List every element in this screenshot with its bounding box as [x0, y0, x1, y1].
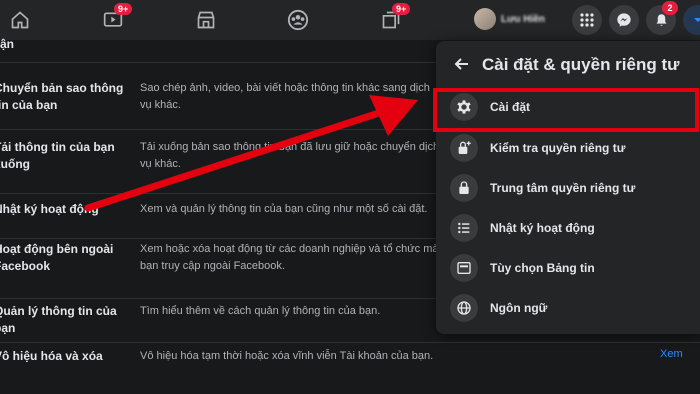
- notifications-button[interactable]: 2: [646, 1, 678, 35]
- panel-title: Cài đặt & quyền riêng tư: [482, 55, 680, 74]
- marketplace-icon[interactable]: [191, 6, 221, 34]
- account-button[interactable]: [683, 5, 700, 35]
- back-arrow-icon[interactable]: [452, 54, 472, 74]
- grid-icon: [580, 13, 594, 27]
- avatar: [474, 8, 496, 30]
- lock-plus-icon: [450, 134, 478, 162]
- caret-down-icon: [694, 18, 700, 22]
- row-label: Nhật ký hoạt động: [0, 202, 99, 216]
- row-label: Chuyển bản sao thông tin của bạn: [0, 81, 124, 112]
- menu-item-privacy-checkup[interactable]: Kiểm tra quyền riêng tư: [444, 129, 700, 167]
- row-description: Tải xuống bản sao thông tin bạn đã lưu g…: [140, 141, 440, 170]
- menu-item-language[interactable]: Ngôn ngữ: [444, 289, 700, 327]
- globe-icon: [450, 294, 478, 322]
- profile-name: Lưu Hiền: [501, 13, 545, 25]
- menu-item-label: Kiểm tra quyền riêng tư: [490, 141, 626, 155]
- groups-icon[interactable]: [283, 6, 313, 34]
- view-link[interactable]: Xem: [660, 348, 683, 360]
- watch-badge: 9+: [114, 3, 133, 15]
- row-label: Hoạt động bên ngoài Facebook: [0, 242, 114, 273]
- menu-item-feed-preferences[interactable]: Tùy chọn Bảng tin: [444, 249, 700, 287]
- settings-privacy-dropdown: Cài đặt & quyền riêng tư Cài đặt Kiểm tr…: [436, 41, 700, 334]
- row-description: Xem và quản lý thông tin của bạn cũng nh…: [140, 203, 428, 215]
- settings-row[interactable]: Vô hiệu hóa và xóa Vô hiệu hóa tạm thời …: [0, 342, 700, 394]
- row-label: ận: [0, 37, 15, 51]
- menu-item-label: Trung tâm quyền riêng tư: [490, 181, 636, 195]
- menu-item-activity-log[interactable]: Nhật ký hoạt động: [444, 209, 700, 247]
- row-description: Sao chép ảnh, video, bài viết hoặc thông…: [140, 82, 430, 111]
- row-label: Tải thông tin của bạn xuống: [0, 140, 115, 171]
- lock-icon: [450, 174, 478, 202]
- messenger-button[interactable]: [609, 5, 639, 35]
- row-description: Tìm hiểu thêm về cách quản lý thông tin …: [140, 305, 381, 317]
- menu-item-label: Ngôn ngữ: [490, 301, 548, 315]
- row-description: Xem hoặc xóa hoạt động từ các doanh nghi…: [140, 243, 439, 272]
- menu-grid-button[interactable]: [572, 5, 602, 35]
- watch-icon[interactable]: 9+: [98, 3, 133, 34]
- menu-item-privacy-center[interactable]: Trung tâm quyền riêng tư: [444, 169, 700, 207]
- list-icon: [450, 214, 478, 242]
- row-label: Quản lý thông tin của bạn: [0, 304, 117, 335]
- menu-item-label: Tùy chọn Bảng tin: [490, 261, 595, 275]
- highlight-box: [433, 88, 699, 132]
- messenger-icon: [617, 13, 631, 27]
- row-label: Vô hiệu hóa và xóa: [0, 349, 103, 363]
- row-description: Vô hiệu hóa tạm thời hoặc xóa vĩnh viễn …: [140, 350, 434, 362]
- profile-button[interactable]: Lưu Hiền: [474, 8, 545, 30]
- top-navigation-bar: 9+ 9+ Lưu Hiền 2: [0, 0, 700, 41]
- menu-item-label: Nhật ký hoạt động: [490, 221, 595, 235]
- home-icon[interactable]: [5, 6, 35, 34]
- notification-badge: 2: [662, 1, 678, 15]
- gaming-icon[interactable]: 9+: [376, 3, 411, 34]
- feed-icon: [450, 254, 478, 282]
- gaming-badge: 9+: [392, 3, 411, 15]
